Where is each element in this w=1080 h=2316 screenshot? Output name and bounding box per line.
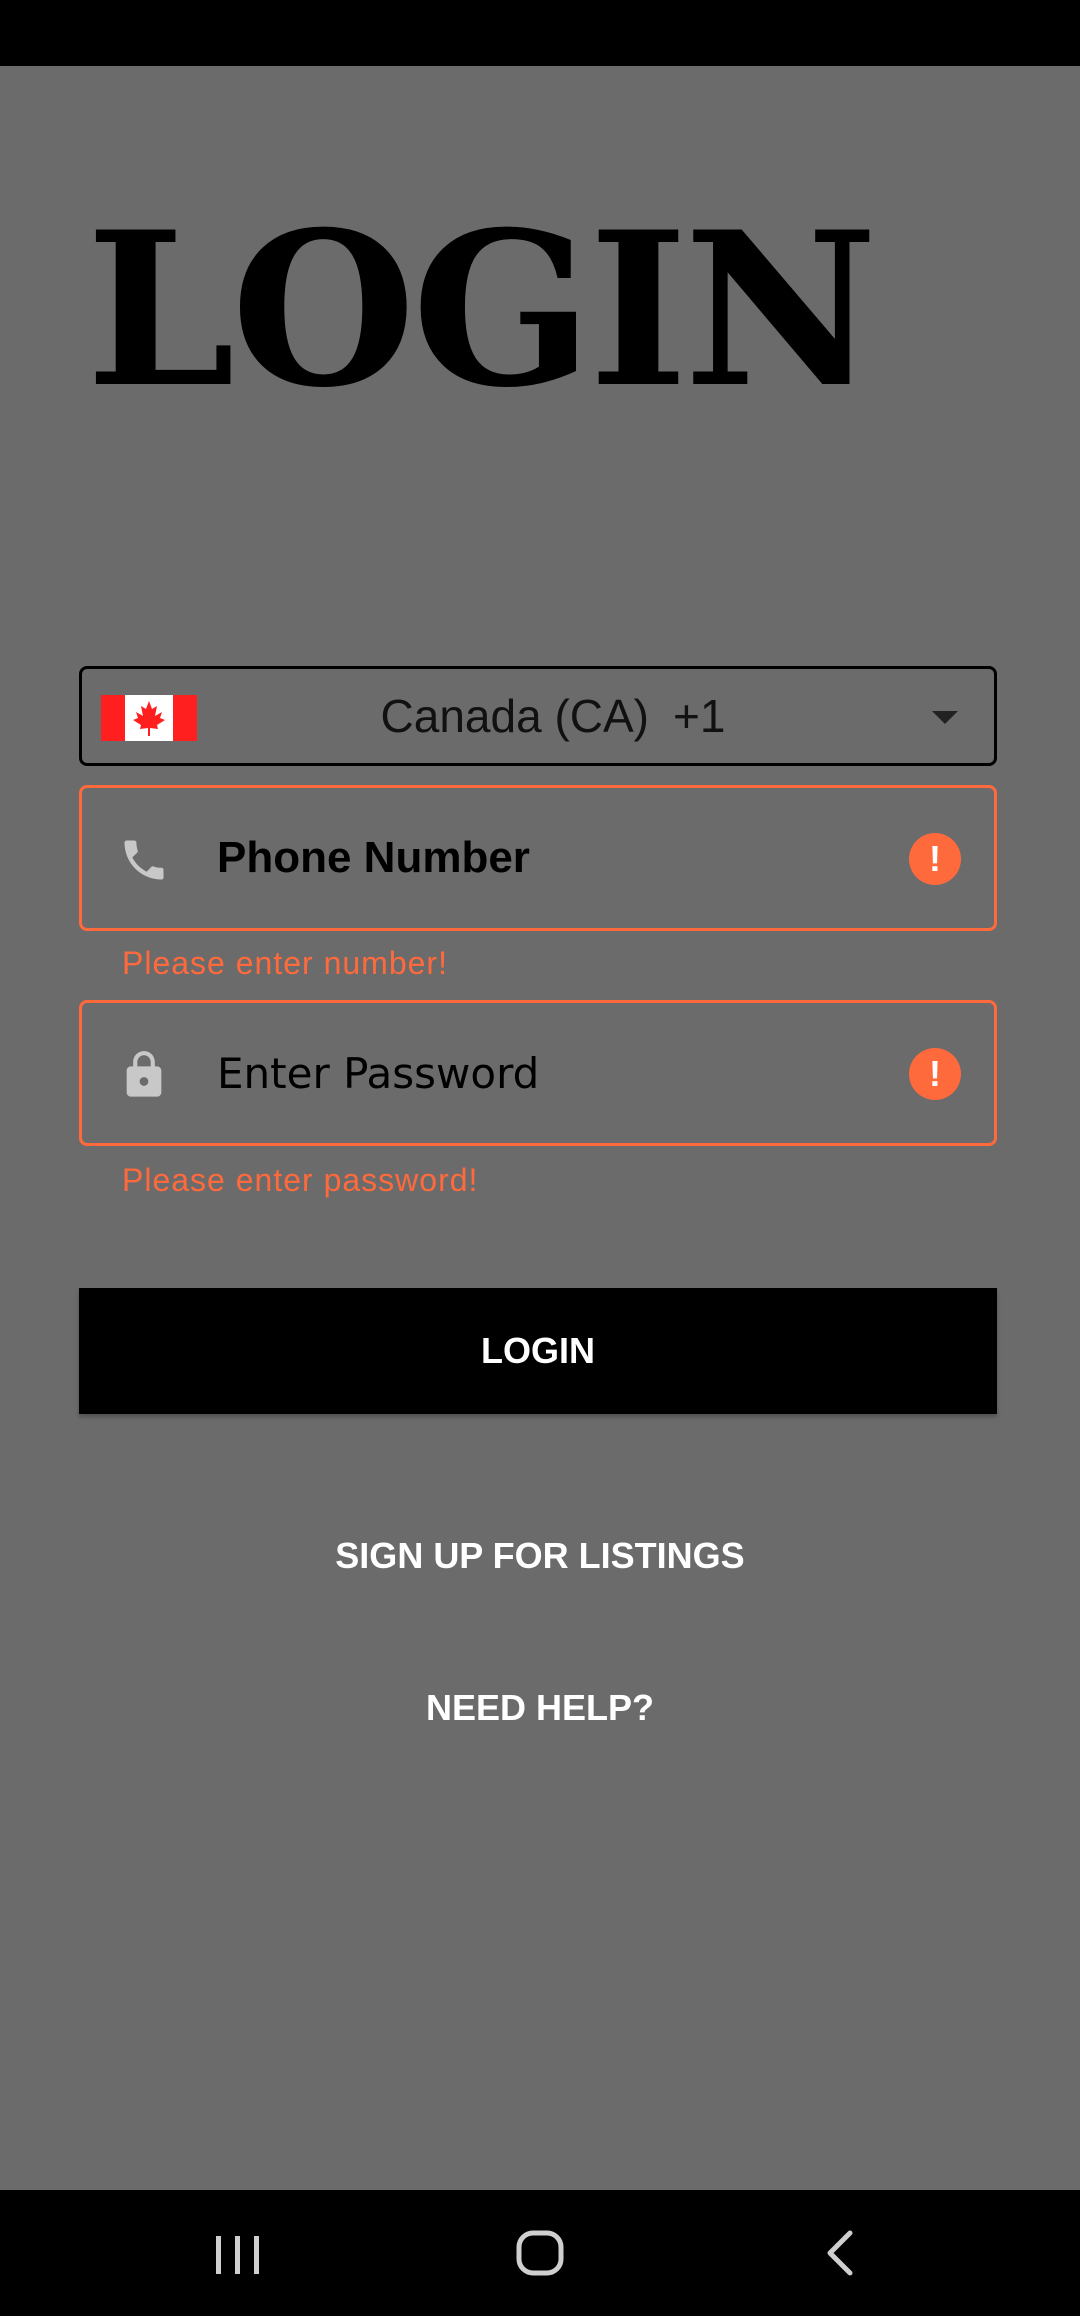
phone-error-text: Please enter number! — [122, 945, 448, 981]
country-dial-code: +1 — [673, 690, 726, 742]
dropdown-arrow-icon[interactable] — [932, 711, 958, 724]
recents-icon[interactable] — [198, 2220, 278, 2286]
help-link[interactable]: NEED HELP? — [0, 1687, 1080, 1729]
login-button[interactable]: LOGIN — [79, 1288, 997, 1414]
phone-error-icon: ! — [909, 833, 961, 885]
password-field[interactable]: ! — [79, 1000, 997, 1146]
back-icon[interactable] — [802, 2220, 882, 2286]
login-screen: LOGIN Canada (CA) +1 ! Please enter numb… — [0, 0, 1080, 2316]
phone-icon — [124, 840, 164, 880]
country-display: Canada (CA) +1 — [82, 669, 994, 763]
password-error-icon: ! — [909, 1048, 961, 1100]
phone-input[interactable] — [217, 788, 867, 928]
country-selector[interactable]: Canada (CA) +1 — [79, 666, 997, 766]
phone-field[interactable]: ! — [79, 785, 997, 931]
navigation-bar — [0, 2190, 1080, 2316]
signup-link[interactable]: SIGN UP FOR LISTINGS — [0, 1535, 1080, 1577]
password-input[interactable] — [217, 1003, 867, 1143]
password-error-text: Please enter password! — [122, 1162, 479, 1198]
status-bar — [0, 0, 1080, 66]
lock-icon — [126, 1051, 162, 1097]
page-title: LOGIN — [86, 185, 878, 434]
home-icon[interactable] — [500, 2220, 580, 2286]
country-name: Canada (CA) — [380, 690, 649, 742]
